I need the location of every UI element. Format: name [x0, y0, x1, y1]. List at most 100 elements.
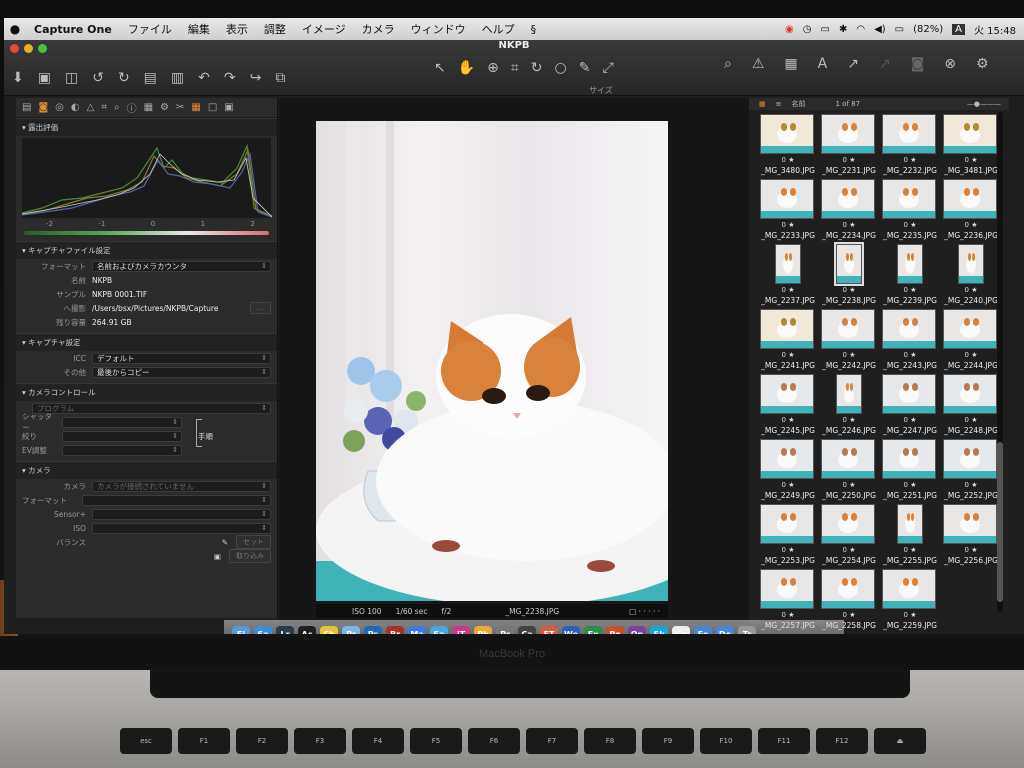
name-field[interactable]: NKPB [92, 276, 271, 285]
thumbnail-rating[interactable]: 0 ★ [936, 351, 1006, 359]
thumbnail-rating[interactable]: 0 ★ [936, 481, 1006, 489]
dock-app-lr-icon[interactable]: Lr [276, 626, 294, 634]
zoom-tool-icon[interactable]: ⊕ [487, 60, 499, 76]
bluetooth-icon[interactable]: ✱ [839, 24, 847, 35]
main-photo[interactable] [316, 121, 668, 601]
iso-select[interactable] [92, 522, 271, 534]
thumbnail-image[interactable] [882, 114, 936, 154]
thumbnail-rating[interactable]: 0 ★ [814, 611, 884, 619]
ev-select[interactable] [62, 444, 182, 456]
thumbnail-rating[interactable]: 0 ★ [814, 416, 884, 424]
thumbnail-image[interactable] [821, 569, 875, 609]
copy-adjustments-icon[interactable]: ⧉ [275, 70, 285, 86]
list-view-toggle-icon[interactable]: ≡ [776, 100, 782, 108]
dock-app-activity-icon[interactable]: Ac [298, 626, 316, 634]
browse-destination-button[interactable]: … [250, 302, 271, 314]
menubar-clock[interactable]: 火 15:48 [974, 22, 1016, 37]
rating-dots[interactable]: □ · · · · · [629, 607, 668, 616]
program-select[interactable]: プログラム [32, 402, 271, 414]
battery-icon[interactable]: ▭ [895, 24, 904, 35]
thumbnail-image[interactable] [882, 374, 936, 414]
exposure-eval-header[interactable]: ▾ 露出評価 [16, 118, 277, 136]
format-select[interactable]: 名前およびカメラカウンタ [92, 260, 271, 272]
thumbnail-image[interactable] [882, 569, 936, 609]
wifi-status-icon[interactable]: ◉ [785, 24, 794, 35]
thumbnail-image[interactable] [958, 244, 984, 284]
thumbnail[interactable]: 0 ★ _MG_2251.JPG [875, 437, 937, 502]
camera-control-header[interactable]: ▾ カメラコントロール [16, 383, 277, 401]
import-icon[interactable]: ⬇ [12, 70, 24, 86]
capture-tab-icon[interactable]: ◙ [38, 102, 48, 113]
thumbnail-rating[interactable]: 0 ★ [875, 221, 945, 229]
thumbnail-image[interactable] [821, 114, 875, 154]
thumbnail-image[interactable] [821, 439, 875, 479]
thumbnail[interactable]: 0 ★ _MG_2239.JPG [875, 242, 937, 307]
text-annotation-icon[interactable]: A [818, 56, 828, 72]
lens-tab-icon[interactable]: △ [87, 102, 95, 113]
menu-file[interactable]: ファイル [120, 21, 180, 37]
thumbnail[interactable]: 0 ★ _MG_2250.JPG [814, 437, 876, 502]
thumbnail-image[interactable] [897, 504, 923, 544]
thumbnail-rating[interactable]: 0 ★ [936, 221, 1006, 229]
thumbnail[interactable]: 0 ★ _MG_2240.JPG [936, 242, 998, 307]
thumbnail-image[interactable] [943, 439, 997, 479]
spot-tool-icon[interactable]: ○ [555, 60, 567, 76]
dock-app-safari-icon[interactable]: Sa [254, 626, 272, 634]
thumbnail-image[interactable] [760, 179, 814, 219]
color-tab-icon[interactable]: ◎ [55, 102, 64, 113]
dock-app-safari2-icon[interactable]: Sa [430, 626, 448, 634]
menu-camera[interactable]: カメラ [354, 21, 403, 37]
dock-app-mail-icon[interactable]: Ma [408, 626, 426, 634]
thumbnail-rating[interactable]: 0 ★ [936, 156, 1006, 164]
adjust-tab-icon[interactable]: ✂ [176, 102, 184, 113]
composition-tab-icon[interactable]: ⌗ [101, 102, 107, 113]
thumbnail-rating[interactable]: 0 ★ [814, 481, 884, 489]
live-view-icon[interactable]: ◫ [65, 70, 78, 86]
picker-tool-icon[interactable]: ⤢ [602, 60, 613, 76]
thumbnail[interactable]: 0 ★ _MG_2249.JPG [753, 437, 815, 502]
thumbnail[interactable]: 0 ★ _MG_2236.JPG [936, 177, 998, 242]
aperture-select[interactable] [62, 430, 182, 442]
dock-app-photos-icon[interactable]: Ph [474, 626, 492, 634]
grid-icon[interactable]: ▦ [784, 56, 797, 72]
dock-app-calendar-icon[interactable]: Ca [672, 626, 690, 634]
thumbnail[interactable]: 0 ★ _MG_2242.JPG [814, 307, 876, 372]
thumbnail-rating[interactable]: 0 ★ [814, 286, 884, 294]
thumbnail[interactable]: 0 ★ _MG_2248.JPG [936, 372, 998, 437]
eyedropper-icon[interactable]: ✎ [222, 538, 228, 547]
thumbnail-image[interactable] [760, 439, 814, 479]
thumbnail[interactable]: 0 ★ _MG_2256.JPG [936, 502, 998, 567]
image-viewer[interactable]: ISO 100 1/60 sec f/2 _MG_2238.JPG □ · · … [279, 98, 749, 624]
dock-app-br-icon[interactable]: Br [386, 626, 404, 634]
thumbnail-rating[interactable]: 0 ★ [814, 351, 884, 359]
library-tab-icon[interactable]: ▤ [22, 102, 31, 113]
thumbnail-image[interactable] [836, 374, 862, 414]
thumbnail-image[interactable] [943, 179, 997, 219]
menu-window[interactable]: ウィンドウ [403, 21, 474, 37]
dock-app-capture-icon[interactable]: Ca [518, 626, 536, 634]
thumbnail-image[interactable] [760, 504, 814, 544]
thumbnail-rating[interactable]: 0 ★ [875, 286, 945, 294]
exposure-tab-icon[interactable]: ◐ [71, 102, 80, 113]
dock-app-onenote-icon[interactable]: On [628, 626, 646, 634]
dock-app-trash-icon[interactable]: Tr [738, 626, 756, 634]
pan-tool-icon[interactable]: ✋ [458, 60, 475, 76]
thumbnail-image[interactable] [760, 309, 814, 349]
thumbnail-rating[interactable]: 0 ★ [875, 611, 945, 619]
thumbnail-rating[interactable]: 0 ★ [936, 416, 1006, 424]
trash-icon[interactable]: ▥ [171, 70, 184, 86]
thumbnail[interactable]: 0 ★ _MG_2246.JPG [814, 372, 876, 437]
thumbnail[interactable]: 0 ★ _MG_2243.JPG [875, 307, 937, 372]
thumbnail[interactable]: 0 ★ _MG_2253.JPG [753, 502, 815, 567]
dock-app-excel-icon[interactable]: Ex [584, 626, 602, 634]
select-tool-icon[interactable]: ↖ [434, 60, 446, 76]
cancel-icon[interactable]: ⊗ [944, 56, 956, 72]
reset-icon[interactable]: ↷ [224, 70, 236, 86]
thumbnail-image[interactable] [775, 244, 801, 284]
camera-select[interactable]: カメラが接続されていません [92, 480, 271, 492]
thumbnail-rating[interactable]: 0 ★ [875, 481, 945, 489]
thumbnail[interactable]: 0 ★ _MG_2255.JPG [875, 502, 937, 567]
thumbnail[interactable]: 0 ★ _MG_2232.JPG [875, 112, 937, 177]
thumbnail-image[interactable] [943, 114, 997, 154]
menu-help[interactable]: ヘルプ [474, 21, 523, 37]
